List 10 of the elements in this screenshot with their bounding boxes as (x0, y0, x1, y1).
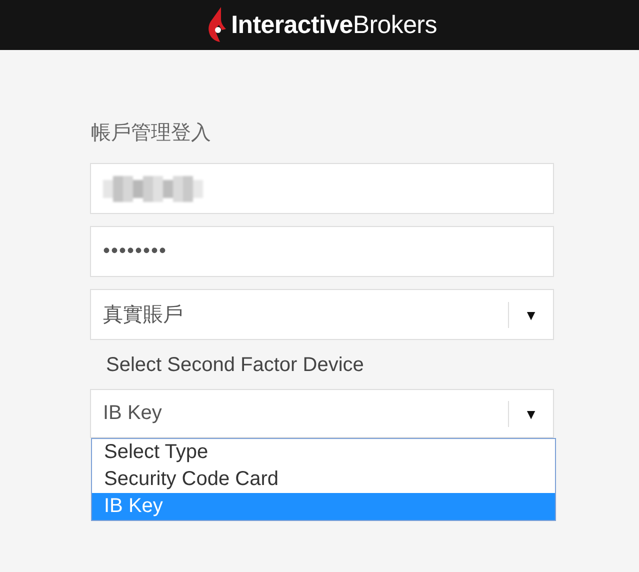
dropdown-option[interactable]: Select Type (92, 439, 555, 466)
flame-logo-icon (208, 7, 228, 43)
brand-logo-text: InteractiveBrokers (231, 10, 437, 40)
second-factor-label: Select Second Factor Device (106, 353, 365, 378)
second-factor-select[interactable]: IB Key ▼ (90, 389, 554, 438)
login-title: 帳戶管理登入 (91, 121, 212, 146)
password-field[interactable]: •••••••• (90, 226, 554, 277)
dropdown-option[interactable]: Security Code Card (92, 466, 555, 493)
username-field[interactable] (90, 163, 554, 214)
account-type-select[interactable]: 真實賬戶 ▼ (90, 289, 554, 340)
